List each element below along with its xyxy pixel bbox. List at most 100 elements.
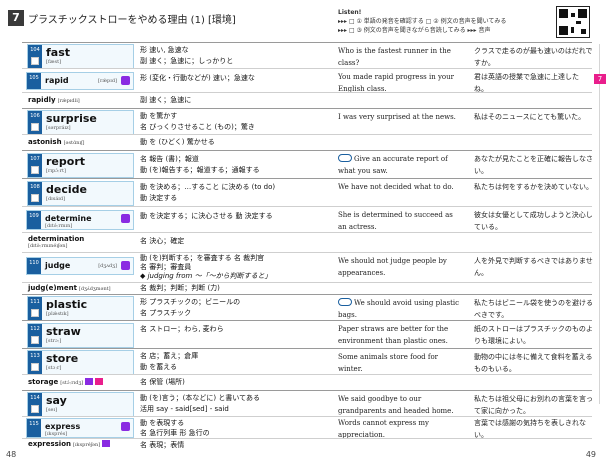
word-box: 104 fast [fæst] <box>27 44 134 69</box>
vocabulary-page: 7 プラスチックストローをやめる理由 (1) [環境] Listen! ▸▸▸ … <box>0 0 606 465</box>
meaning-line: 名 ストロー；わら, 麦わら <box>140 325 224 333</box>
pronunciation: [dʒʌdʒ] <box>98 263 117 269</box>
example-japanese: 私たちはビニール袋を使うのを避けるべきです。 <box>474 299 593 319</box>
example-english: Paper straws are better for the environm… <box>338 325 449 345</box>
listen-line-2: ▸▸▸ □ ③ 例文の音声を聞きながら音読してみる ▸▸▸ 音声 <box>338 27 491 34</box>
word-box: 112 straw [strɔː] <box>27 323 134 348</box>
pronunciation: [dɪsáɪd] <box>46 196 66 202</box>
checkbox[interactable] <box>31 405 39 413</box>
derivative-row: rapidly [rǽpɪdli] 副 速く；急速に <box>22 92 592 108</box>
entry-number: 110 <box>27 258 41 274</box>
derivative-headword: storage <box>28 378 59 386</box>
pronunciation: [sərpráɪz] <box>46 125 71 131</box>
example-english: Some animals store food for winter. <box>338 353 439 373</box>
page-number-left: 48 <box>6 450 17 459</box>
chapter-title: プラスチックストローをやめる理由 (1) [環境] <box>28 15 236 26</box>
entry-row: 106 surprise [sərpráɪz] 動 を驚かす 名 びっくりさせる… <box>22 108 592 135</box>
pronunciation: [ɪkspréʃən] <box>73 442 101 448</box>
level-badge-icon <box>121 214 130 223</box>
meaning-line: 動 を驚かす <box>140 112 178 120</box>
checkbox[interactable] <box>31 166 39 174</box>
meanings: 名 裁判；判断；判断 (力) <box>140 283 280 294</box>
pronunciation: [seɪ] <box>46 407 58 413</box>
example-english: I was very surprised at the news. <box>338 113 456 121</box>
word-box: 106 surprise [sərpráɪz] <box>27 110 134 135</box>
accent-badge-icon <box>95 378 104 385</box>
word-box: 108 decide [dɪsáɪd] <box>27 181 134 206</box>
page-header: 7 プラスチックストローをやめる理由 (1) [環境] Listen! ▸▸▸ … <box>6 6 590 38</box>
chapter-number: 7 <box>8 10 24 26</box>
derivative-headword: astonish <box>28 138 62 146</box>
meaning-line: 名 報告 (書)；報道 <box>140 155 199 163</box>
word-box: 109 determine [dɪtə́ːrmɪn] <box>26 210 134 230</box>
example-english: We have not decided what to do. <box>338 183 454 191</box>
derivative-headword: determination <box>28 235 85 243</box>
checkbox[interactable] <box>31 194 39 202</box>
entry-row: 105 rapid [rǽpɪd] 形 (変化・行動などが) 速い；急速な Yo… <box>22 68 592 93</box>
checkbox[interactable] <box>31 309 39 317</box>
checkbox[interactable] <box>31 363 39 371</box>
derivative-word: judg(e)ment [dʒʌ́dʒmənt] <box>28 284 111 292</box>
derivative-headword: expression <box>28 440 71 448</box>
meaning-line: 動 決定する <box>140 194 178 202</box>
meanings: 名 表現；表情 <box>140 440 280 451</box>
meaning-line: 動 を蓄える <box>140 363 178 371</box>
meanings: 名 決心；確定 <box>140 236 280 247</box>
entry-row: 115 express [ɪksprés] 動 を表現する 名 急行列車 形 急… <box>22 416 592 439</box>
pronunciation: [rɪpɔ́ːrt] <box>46 168 66 174</box>
qr-code-icon[interactable] <box>556 6 590 38</box>
meanings: 動 を驚かす 名 びっくりさせること (もの)；驚き <box>140 111 280 133</box>
checkbox[interactable] <box>31 123 39 131</box>
word-box: 115 express [ɪksprés] <box>26 418 134 438</box>
derivative-row: expression [ɪkspréʃən] 名 表現；表情 <box>22 438 592 450</box>
derivative-word: storage [stɔ́ːrɪdʒ] <box>28 378 104 386</box>
meaning-line: 動 (を)報告する；報道する；通報する <box>140 166 260 174</box>
headword: decide <box>46 183 87 196</box>
example-japanese: 動物の中には冬に備えて食料を蓄えるものもいる。 <box>474 353 593 373</box>
audio-icon[interactable] <box>338 154 352 162</box>
meanings: 名 保管 (場所) <box>140 377 280 388</box>
meanings: 形 速い, 急速な 副 速く；急速に；しっかりと <box>140 45 280 67</box>
entry-number: 115 <box>27 419 41 437</box>
meaning-line: 動 を決める；…すること に決める (to do) <box>140 183 276 191</box>
meaning-line: 動 を (ひどく) 驚かせる <box>140 138 215 146</box>
example-english: We should not judge people by appearance… <box>338 257 447 277</box>
page-number-right: 49 <box>585 450 596 459</box>
derivative-word: rapidly [rǽpɪdli] <box>28 96 80 104</box>
headword: plastic <box>46 298 88 311</box>
meaning-line: 形 プラスチックの；ビニールの <box>140 298 241 306</box>
meaning-line: 名 審判；審査員 <box>140 263 192 271</box>
example-english: We should avoid using plastic bags. <box>338 297 462 321</box>
pronunciation: [rǽpɪd] <box>98 78 117 84</box>
meanings: 名 ストロー；わら, 麦わら <box>140 324 280 335</box>
meaning-line: 名 保管 (場所) <box>140 378 185 386</box>
entry-number: 105 <box>27 73 41 89</box>
checkbox[interactable] <box>31 57 39 65</box>
level-badge-icon <box>121 261 130 270</box>
pronunciation: [plǽstɪk] <box>46 311 69 317</box>
level-badge-icon <box>121 76 130 85</box>
example-japanese: 私はそのニュースにとても驚いた。 <box>474 113 586 121</box>
entry-row: 113 store [stɔːr] 名 店；蓄え；倉庫 動 を蓄える Some … <box>22 348 593 375</box>
meaning-line: 副 速く；急速に <box>140 96 192 104</box>
entry-row: 109 determine [dɪtə́ːrmɪn] 動 を決定する；に決心させ… <box>22 206 593 232</box>
audio-icon[interactable] <box>338 298 352 306</box>
meaning-line: 副 速く；急速に；しっかりと <box>140 57 234 65</box>
headword: store <box>46 352 79 365</box>
example-japanese: 彼女は女優として成功しようと決心している。 <box>474 211 593 231</box>
word-box: 110 judge [dʒʌdʒ] <box>26 257 134 275</box>
checkbox[interactable] <box>31 336 39 344</box>
side-index-tab[interactable]: 7 <box>594 74 606 84</box>
meanings: 動 を (ひどく) 驚かせる <box>140 137 280 148</box>
headword: fast <box>46 46 71 59</box>
pronunciation: [stɔːr] <box>46 365 62 371</box>
entry-row: 104 fast [fæst] 形 速い, 急速な 副 速く；急速に；しっかりと… <box>22 42 593 69</box>
entry-row: 114 say [seɪ] 動 (を)言う；(本などに) と書いてある 活用 s… <box>22 390 593 417</box>
listen-instructions: Listen! ▸▸▸ □ ① 単語の発音を確認する □ ② 例文の音声を聞いて… <box>338 8 506 35</box>
meanings: 形 (変化・行動などが) 速い；急速な <box>140 73 280 84</box>
word-box: 105 rapid [rǽpɪd] <box>26 72 134 90</box>
headword: rapid <box>45 76 69 85</box>
example-english-text: Give an accurate report of what you saw. <box>338 155 448 175</box>
meanings: 副 速く；急速に <box>140 95 280 106</box>
example-japanese: 紙のストローはプラスチックのものよりも環境によい。 <box>474 325 593 345</box>
